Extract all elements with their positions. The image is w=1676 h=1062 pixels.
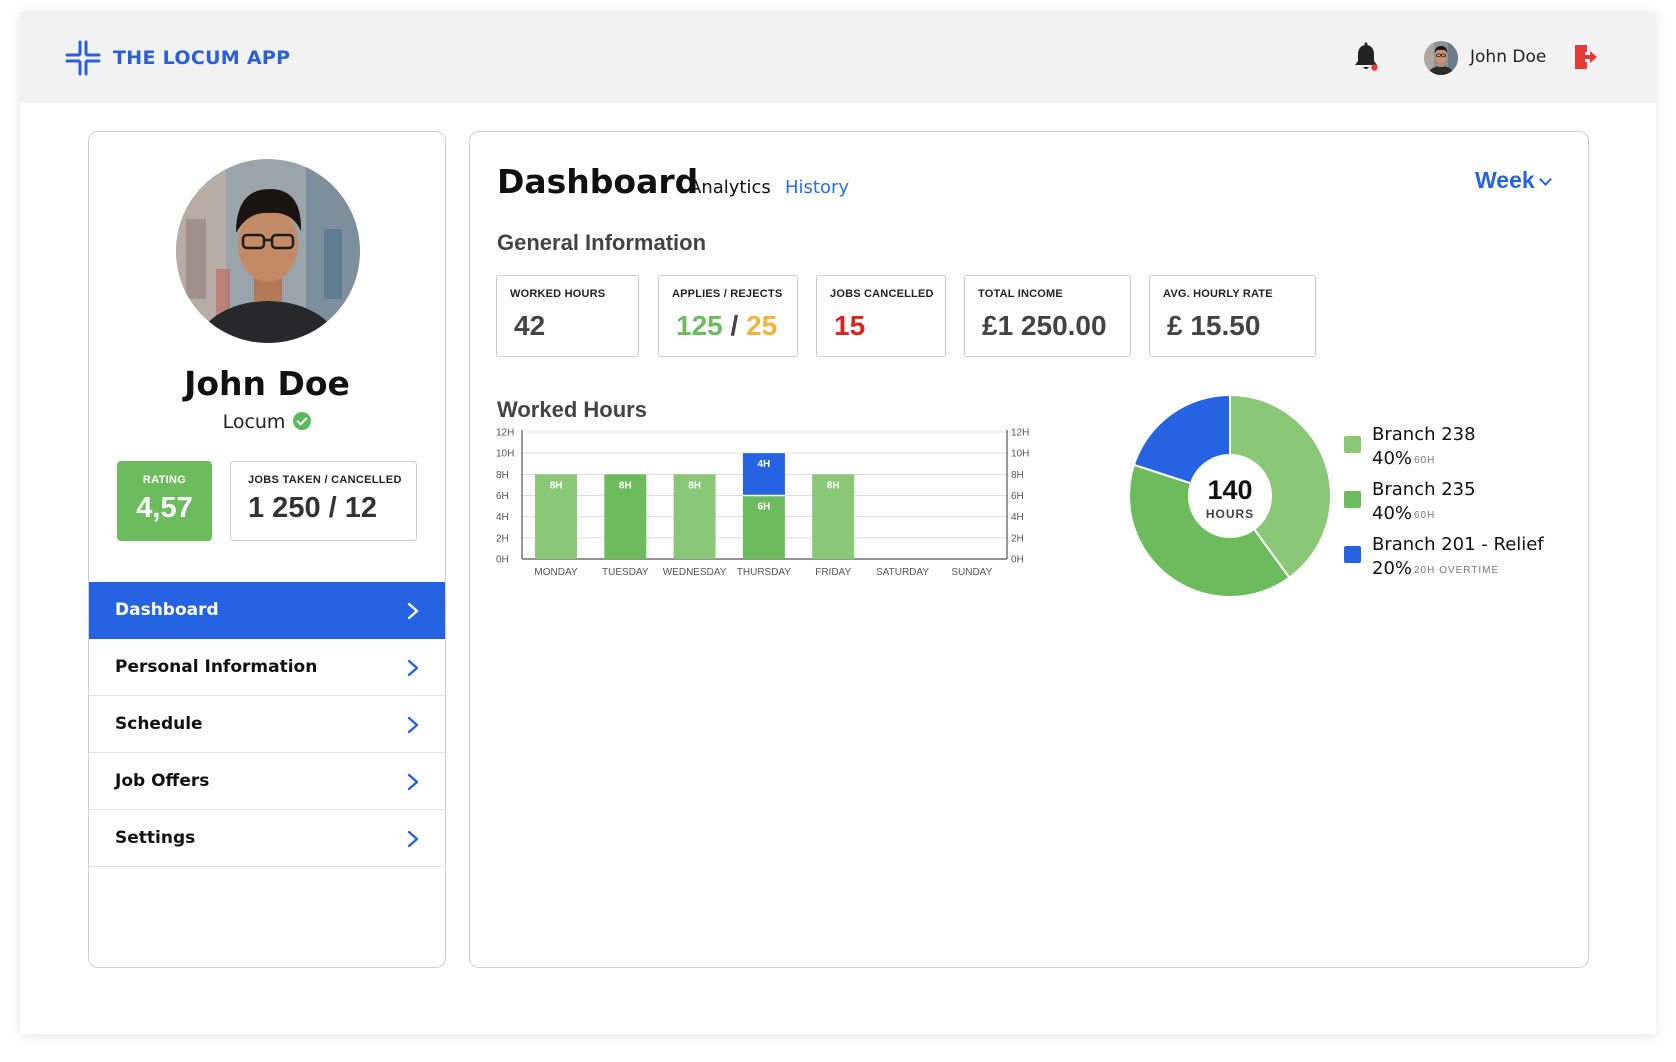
jobs-taken-card: JOBS TAKEN / CANCELLED 1 250 / 12 — [230, 461, 417, 541]
profile-role-label: Locum — [222, 411, 286, 433]
verified-check-icon — [293, 412, 312, 430]
donut-center-value: 140 — [1207, 475, 1252, 505]
nav-item-job-offers[interactable]: Job Offers — [89, 753, 445, 810]
notification-dot — [1371, 64, 1378, 71]
chevron-right-icon — [407, 602, 419, 620]
rating-label: RATING — [142, 474, 187, 486]
nav-item-label: Personal Information — [115, 657, 318, 677]
nav-item-label: Settings — [115, 828, 196, 848]
legend-percent: 20% — [1372, 558, 1412, 579]
nav-item-settings[interactable]: Settings — [89, 810, 445, 867]
donut-slice-3[interactable] — [1132, 393, 1231, 485]
jobs-taken-value: 1 250 / 12 — [248, 492, 377, 524]
nav-item-dashboard[interactable]: Dashboard — [89, 582, 445, 639]
legend-swatch — [1344, 546, 1361, 563]
rating-card: RATING 4,57 — [117, 461, 212, 541]
legend-detail: 60H — [1414, 455, 1435, 466]
logo[interactable]: THE LOCUM APP — [65, 40, 290, 76]
chevron-right-icon — [407, 716, 419, 734]
logo-icon — [65, 40, 101, 76]
nav-item-label: Schedule — [115, 714, 203, 734]
legend-swatch — [1344, 436, 1361, 453]
profile-name: John Doe — [184, 364, 350, 403]
nav-item-label: Dashboard — [115, 600, 219, 620]
nav-item-schedule[interactable]: Schedule — [89, 696, 445, 753]
legend-percent: 40% — [1372, 503, 1412, 524]
header-user-name[interactable]: John Doe — [1470, 47, 1546, 67]
chevron-right-icon — [407, 659, 419, 677]
chevron-right-icon — [407, 773, 419, 791]
branch-hours-donut-chart: 140HOURSBranch 23840% 60HBranch 23540% 60H… — [1128, 393, 1544, 598]
profile-panel: John Doe Locum RATING 4,57 JOBS TAKEN / … — [88, 131, 446, 968]
top-bar: THE LOCUM APP John Doe — [20, 12, 1656, 103]
legend-name: Branch 238 — [1372, 424, 1476, 445]
legend-name: Branch 201 - Relief — [1372, 534, 1544, 555]
avatar[interactable] — [1424, 41, 1458, 75]
nav-item-label: Job Offers — [115, 771, 210, 791]
legend-percent: 40% — [1372, 448, 1412, 469]
bell-icon[interactable] — [1353, 42, 1379, 72]
profile-role: Locum — [89, 411, 445, 433]
legend-swatch — [1344, 491, 1361, 508]
chevron-right-icon — [407, 830, 419, 848]
brand-name: THE LOCUM APP — [113, 47, 291, 69]
legend-detail: 20H OVERTIME — [1414, 565, 1499, 576]
legend-detail: 60H — [1414, 510, 1435, 521]
nav-item-personal-information[interactable]: Personal Information — [89, 639, 445, 696]
profile-photo — [176, 159, 360, 343]
dashboard-panel: Dashboard Analytics History Week General… — [469, 131, 1589, 968]
donut-center-label: HOURS — [1206, 507, 1254, 521]
side-nav: Dashboard Personal Information Schedule … — [89, 582, 445, 867]
logout-icon[interactable] — [1572, 42, 1598, 72]
rating-value: 4,57 — [136, 492, 193, 524]
jobs-taken-label: JOBS TAKEN / CANCELLED — [248, 474, 402, 486]
app-window: THE LOCUM APP John Doe John Doe Locum RA… — [20, 12, 1656, 1034]
legend-name: Branch 235 — [1372, 479, 1476, 500]
